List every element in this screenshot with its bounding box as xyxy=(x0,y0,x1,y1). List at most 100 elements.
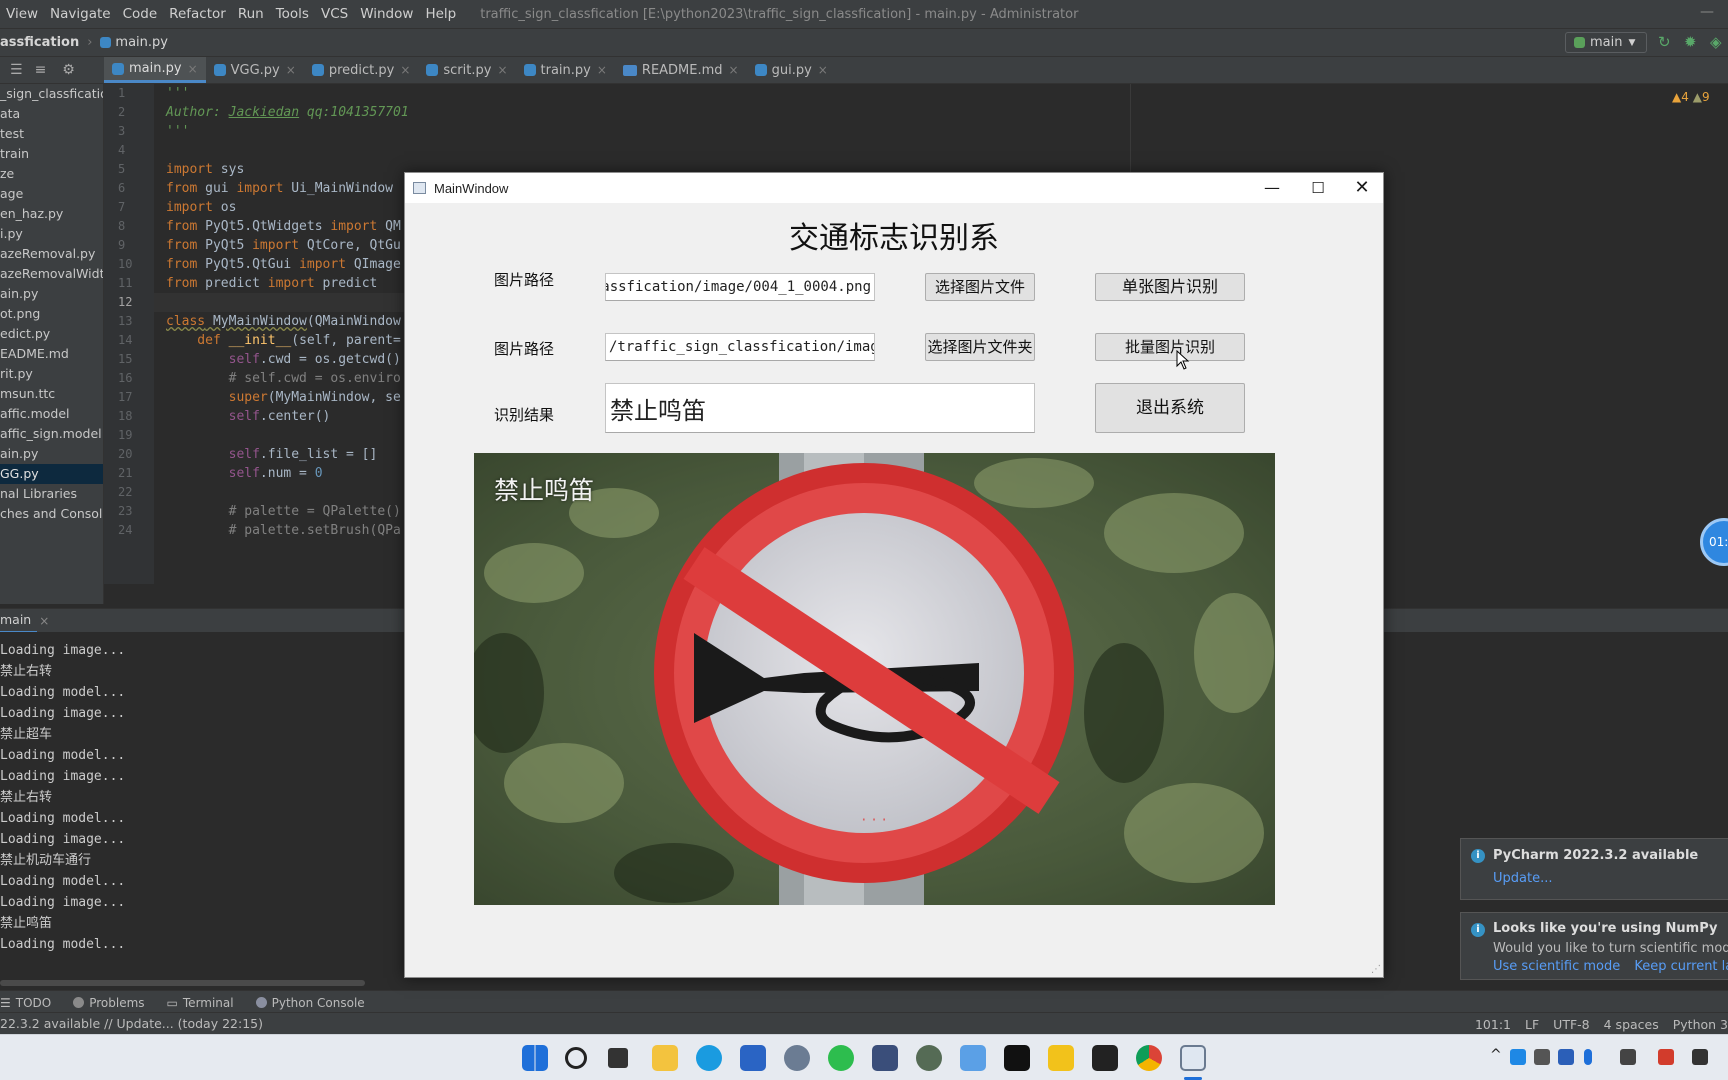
tree-item[interactable]: ze xyxy=(0,164,103,184)
run-tab-main[interactable]: main xyxy=(0,609,38,633)
tray-icon[interactable] xyxy=(1658,1049,1674,1065)
tree-item[interactable]: en_haz.py xyxy=(0,204,103,224)
result-output[interactable]: 禁止鸣笛 xyxy=(605,383,1035,433)
tab-scrit-py[interactable]: scrit.py × xyxy=(418,57,515,83)
store-icon[interactable] xyxy=(740,1045,766,1071)
keep-current-layout-link[interactable]: Keep current layout xyxy=(1634,959,1728,974)
tree-item[interactable]: affic.model xyxy=(0,404,103,424)
batch-image-recognize-button[interactable]: 批量图片识别 xyxy=(1095,333,1245,361)
indent-setting[interactable]: 4 spaces xyxy=(1604,1017,1659,1032)
tree-item[interactable]: train xyxy=(0,144,103,164)
menu-tools[interactable]: Tools xyxy=(270,6,315,22)
tree-item[interactable]: azeRemovalWidth( xyxy=(0,264,103,284)
tree-item-selected[interactable]: GG.py xyxy=(0,464,103,484)
app-icon[interactable] xyxy=(1092,1045,1118,1071)
console-horizontal-scrollbar[interactable] xyxy=(0,980,365,986)
close-icon[interactable]: × xyxy=(729,63,739,77)
tree-item[interactable]: rit.py xyxy=(0,364,103,384)
select-image-file-button[interactable]: 选择图片文件 xyxy=(925,273,1035,301)
chrome-icon[interactable] xyxy=(1136,1045,1162,1071)
close-icon[interactable]: × xyxy=(497,63,507,77)
menu-help[interactable]: Help xyxy=(419,6,462,22)
menu-run[interactable]: Run xyxy=(232,6,270,22)
search-icon[interactable] xyxy=(565,1047,587,1069)
caret-position[interactable]: 101:1 xyxy=(1475,1017,1511,1032)
expand-all-icon[interactable]: ☰ xyxy=(10,62,23,78)
tree-item[interactable]: i.py xyxy=(0,224,103,244)
update-link[interactable]: Update... xyxy=(1493,871,1552,886)
tree-item[interactable]: ain.py xyxy=(0,444,103,464)
breadcrumb-file[interactable]: main.py xyxy=(115,35,168,50)
resize-grip-icon[interactable]: ⋰ xyxy=(1371,964,1381,975)
folder-path-input[interactable]: /traffic_sign_classfication/image xyxy=(605,333,875,361)
file-explorer-icon[interactable] xyxy=(652,1045,678,1071)
menu-window[interactable]: Window xyxy=(354,6,419,22)
tool-todo[interactable]: ☰ TODO xyxy=(0,996,51,1010)
tray-icon[interactable] xyxy=(1510,1049,1526,1065)
tree-item[interactable]: azeRemoval.py xyxy=(0,244,103,264)
tool-terminal[interactable]: ▭ Terminal xyxy=(167,996,234,1010)
close-icon[interactable]: × xyxy=(39,614,49,628)
tree-item[interactable]: test xyxy=(0,124,103,144)
tab-readme-md[interactable]: README.md × xyxy=(615,57,747,83)
tree-item[interactable]: affic_sign.model xyxy=(0,424,103,444)
tool-problems[interactable]: Problems xyxy=(73,996,145,1010)
rerun-icon[interactable]: ↻ xyxy=(1658,33,1671,51)
use-scientific-mode-link[interactable]: Use scientific mode xyxy=(1493,959,1620,974)
app-icon[interactable] xyxy=(1048,1045,1074,1071)
exit-system-button[interactable]: 退出系统 xyxy=(1095,383,1245,433)
task-view-icon[interactable] xyxy=(608,1048,628,1068)
tree-item[interactable]: nal Libraries xyxy=(0,484,103,504)
tree-item[interactable]: ches and Consoles xyxy=(0,504,103,524)
wechat-icon[interactable] xyxy=(828,1045,854,1071)
status-message[interactable]: 22.3.2 available // Update... (today 22:… xyxy=(0,1016,263,1031)
menu-navigate[interactable]: Navigate xyxy=(44,6,117,22)
tree-item[interactable]: age xyxy=(0,184,103,204)
qt-window-taskbar-icon[interactable] xyxy=(1180,1045,1206,1071)
tab-vgg-py[interactable]: VGG.py × xyxy=(206,57,304,83)
menu-view[interactable]: View xyxy=(0,6,44,22)
run-config-select[interactable]: main ▼ xyxy=(1565,32,1647,53)
close-button[interactable]: ✕ xyxy=(1339,173,1385,203)
tab-train-py[interactable]: train.py × xyxy=(516,57,615,83)
collapse-all-icon[interactable]: ≡ xyxy=(35,62,47,78)
microphone-icon[interactable] xyxy=(1584,1049,1592,1065)
tray-icon[interactable] xyxy=(1534,1049,1550,1065)
coverage-icon[interactable]: ◈ xyxy=(1710,33,1722,51)
inspection-widget[interactable]: ▲4 ▲9 xyxy=(1672,90,1710,104)
image-path-input[interactable]: lassfication/image/004_1_0004.png xyxy=(605,273,875,301)
settings-icon[interactable] xyxy=(784,1045,810,1071)
network-icon[interactable] xyxy=(1692,1049,1708,1065)
close-icon[interactable]: × xyxy=(400,63,410,77)
app-icon[interactable] xyxy=(916,1045,942,1071)
menu-code[interactable]: Code xyxy=(117,6,164,22)
close-icon[interactable]: × xyxy=(818,63,828,77)
minimize-button[interactable]: — xyxy=(1249,173,1295,203)
menu-refactor[interactable]: Refactor xyxy=(163,6,232,22)
gear-icon[interactable]: ⚙ xyxy=(62,62,75,78)
close-icon[interactable]: × xyxy=(286,63,296,77)
tree-item[interactable]: ot.png xyxy=(0,304,103,324)
windows-start-icon[interactable] xyxy=(522,1045,548,1071)
close-icon[interactable]: × xyxy=(188,62,198,76)
ime-icon[interactable] xyxy=(1620,1049,1636,1065)
tree-item[interactable]: ata xyxy=(0,104,103,124)
qt-title-bar[interactable]: MainWindow — ☐ ✕ xyxy=(405,173,1383,203)
menu-vcs[interactable]: VCS xyxy=(315,6,354,22)
select-image-folder-button[interactable]: 选择图片文件夹 xyxy=(925,333,1035,361)
close-icon[interactable]: × xyxy=(597,63,607,77)
pycharm-icon[interactable] xyxy=(1004,1045,1030,1071)
edge-icon[interactable] xyxy=(696,1045,722,1071)
debug-icon[interactable]: ✹ xyxy=(1684,33,1697,51)
tree-item[interactable]: msun.ttc xyxy=(0,384,103,404)
tab-main-py[interactable]: main.py × xyxy=(104,57,206,83)
tab-gui-py[interactable]: gui.py × xyxy=(747,57,836,83)
app-icon[interactable] xyxy=(872,1045,898,1071)
tray-icon[interactable] xyxy=(1558,1049,1574,1065)
line-separator[interactable]: LF xyxy=(1525,1017,1539,1032)
maximize-button[interactable]: ☐ xyxy=(1295,173,1341,203)
tree-item[interactable]: EADME.md xyxy=(0,344,103,364)
interpreter[interactable]: Python 3 xyxy=(1673,1017,1728,1032)
app-icon[interactable] xyxy=(960,1045,986,1071)
tool-python-console[interactable]: Python Console xyxy=(255,996,365,1010)
